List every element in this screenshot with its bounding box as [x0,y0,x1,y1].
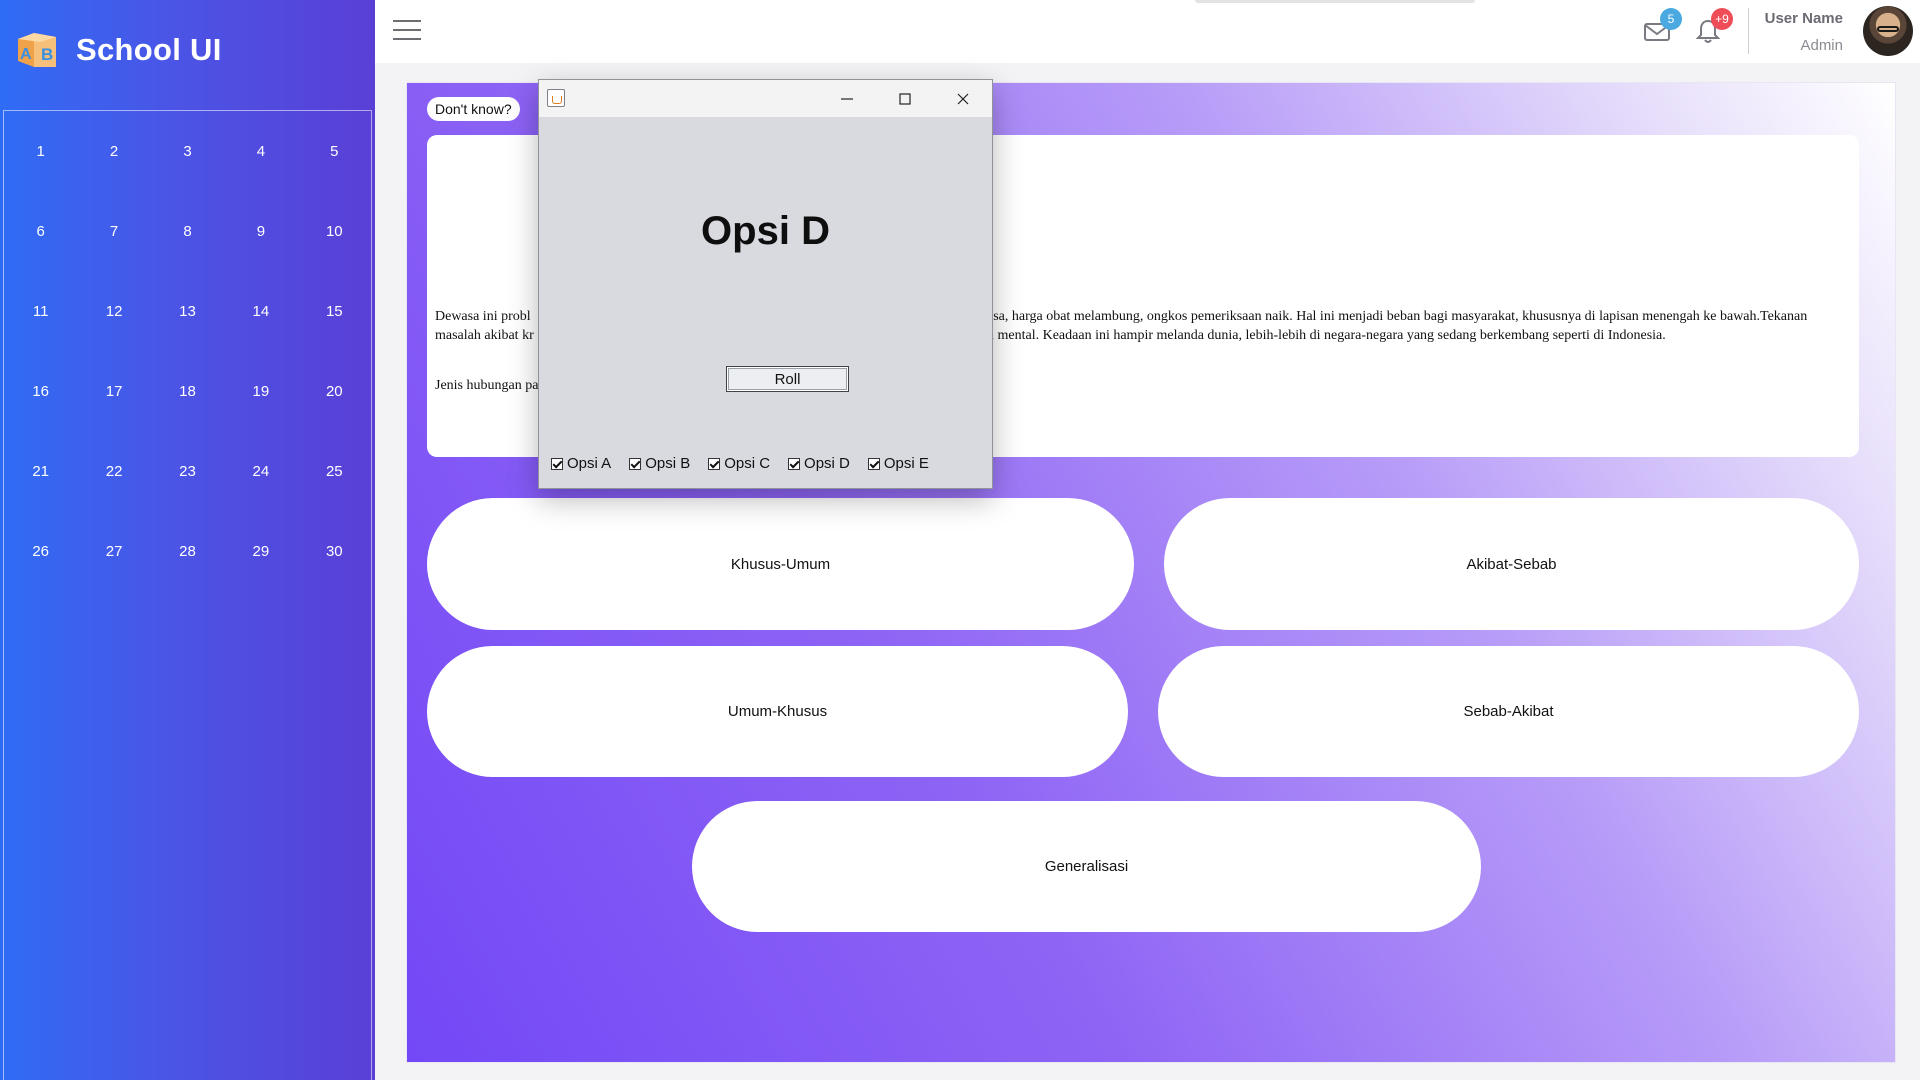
question-line-2-right: n mental. Keadaan ini hampir melanda dun… [987,328,1666,343]
day-item[interactable]: 28 [151,511,224,591]
answer-button-khusus-umum[interactable]: Khusus-Umum [427,498,1134,630]
answer-button-umum-khusus[interactable]: Umum-Khusus [427,646,1128,777]
checkbox-label: Opsi C [724,455,771,472]
checkbox-checked-icon[interactable] [551,457,563,470]
topbar: 5 +9 User Name Admin [375,0,1920,63]
day-item[interactable]: 4 [224,111,297,191]
day-item[interactable]: 23 [151,431,224,511]
checkbox-label: Opsi E [883,455,929,472]
maximize-icon[interactable] [876,80,934,117]
checkbox-checked-icon[interactable] [867,457,880,470]
option-checkboxes: Opsi A Opsi B Opsi C Opsi D Opsi E [551,455,947,472]
day-panel: 1 2 3 4 5 6 7 8 9 10 11 12 13 14 15 16 17 18 19 20 21 22 23 24 2… [3,110,372,1080]
close-icon[interactable] [934,80,992,117]
day-item[interactable]: 15 [298,271,371,351]
avatar[interactable] [1863,6,1913,56]
day-item[interactable]: 14 [224,271,297,351]
mail-icon[interactable]: 5 [1642,8,1682,50]
answer-button-generalisasi[interactable]: Generalisasi [692,801,1481,932]
dont-know-button[interactable]: Don't know? [427,97,520,121]
day-item[interactable]: 1 [4,111,77,191]
topbar-divider [1748,8,1749,54]
answer-button-sebab-akibat[interactable]: Sebab-Akibat [1158,646,1859,777]
day-item[interactable]: 10 [298,191,371,271]
day-item[interactable]: 7 [77,191,150,271]
checkbox-label: Opsi D [804,455,850,472]
bell-icon[interactable]: +9 [1693,8,1733,50]
question-line-1-left: Dewasa ini probl [435,309,531,324]
dialog-titlebar[interactable] [539,80,992,117]
notification-count-badge: +9 [1711,8,1733,30]
java-app-icon [547,89,565,107]
mail-count-badge: 5 [1660,8,1682,30]
day-item[interactable]: 22 [77,431,150,511]
day-item[interactable]: 2 [77,111,150,191]
question-prompt: Jenis hubungan pa [435,378,539,393]
day-item[interactable]: 12 [77,271,150,351]
abc-blocks-logo: A B [14,27,60,73]
day-item[interactable]: 29 [224,511,297,591]
checkbox-checked-icon[interactable] [788,457,801,470]
brand-title: School UI [76,32,222,67]
checkbox-opsi-e[interactable]: Opsi E [867,455,929,472]
day-item[interactable]: 18 [151,351,224,431]
day-item[interactable]: 9 [224,191,297,271]
roll-result-heading: Opsi D [701,209,830,253]
day-item[interactable]: 16 [4,351,77,431]
sidebar: A B School UI 1 2 3 4 5 6 7 8 9 10 11 12 13 14 15 16 17 1… [0,0,375,1080]
day-item[interactable]: 25 [298,431,371,511]
question-line-2-left: masalah akibat kr [435,328,534,343]
user-role: Admin [1800,37,1843,54]
minimize-icon[interactable] [818,80,876,117]
checkbox-opsi-c[interactable]: Opsi C [708,455,770,472]
day-item[interactable]: 3 [151,111,224,191]
day-item[interactable]: 6 [4,191,77,271]
brand: A B School UI [14,24,222,76]
checkbox-opsi-b[interactable]: Opsi B [629,455,690,472]
day-item[interactable]: 21 [4,431,77,511]
day-item[interactable]: 5 [298,111,371,191]
checkbox-opsi-d[interactable]: Opsi D [788,455,850,472]
day-item[interactable]: 11 [4,271,77,351]
checkbox-label: Opsi A [567,455,612,472]
checkbox-label: Opsi B [645,455,691,472]
day-item[interactable]: 30 [298,511,371,591]
day-item[interactable]: 24 [224,431,297,511]
checkbox-checked-icon[interactable] [629,457,642,470]
hamburger-menu-icon[interactable] [393,20,421,42]
day-item[interactable]: 8 [151,191,224,271]
day-item[interactable]: 26 [4,511,77,591]
question-line-1-right: asa, harga obat melambung, ongkos pemeri… [987,309,1808,324]
day-item[interactable]: 20 [298,351,371,431]
svg-text:A: A [20,46,32,63]
day-item[interactable]: 27 [77,511,150,591]
day-item[interactable]: 19 [224,351,297,431]
day-item[interactable]: 13 [151,271,224,351]
user-name: User Name [1764,10,1843,27]
answer-button-akibat-sebab[interactable]: Akibat-Sebab [1164,498,1859,630]
day-item[interactable]: 17 [77,351,150,431]
topbar-tab-shadow [1195,0,1475,3]
checkbox-opsi-a[interactable]: Opsi A [551,455,611,472]
roll-dialog: Opsi D Roll Opsi A Opsi B Opsi C Opsi D … [538,79,993,489]
day-grid: 1 2 3 4 5 6 7 8 9 10 11 12 13 14 15 16 17 18 19 20 21 22 23 24 2… [4,111,371,591]
checkbox-checked-icon[interactable] [708,457,721,470]
svg-text:B: B [41,45,53,64]
roll-button[interactable]: Roll [726,366,849,392]
